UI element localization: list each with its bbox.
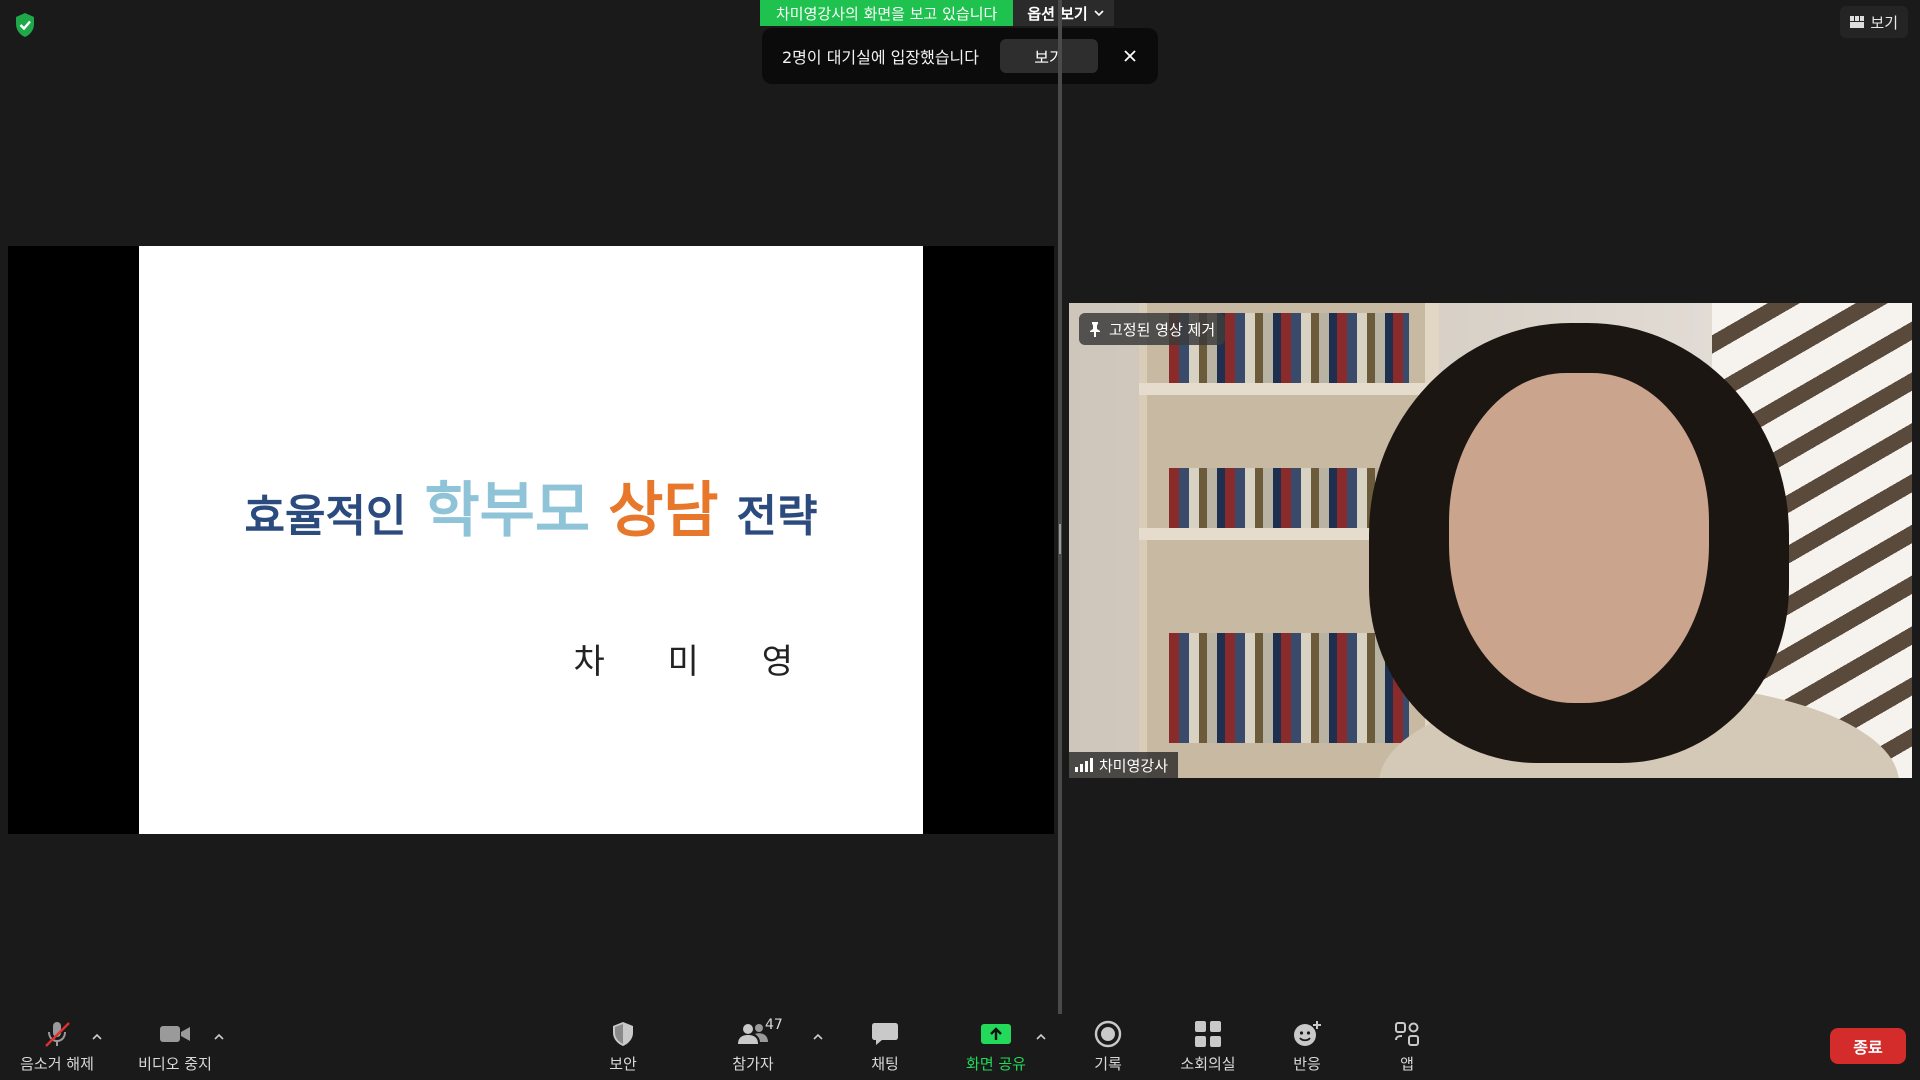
microphone-muted-icon: [45, 1021, 70, 1047]
share-screen-icon: [981, 1023, 1011, 1044]
participants-options-caret-icon[interactable]: [812, 1032, 824, 1042]
unmute-label: 음소거 해제: [20, 1054, 94, 1073]
unmute-button[interactable]: 음소거 해제: [14, 1014, 100, 1080]
grid-view-icon: [1850, 16, 1865, 28]
books-row: [1169, 633, 1409, 743]
record-icon: [1094, 1020, 1122, 1047]
audio-options-caret-icon[interactable]: [91, 1032, 103, 1042]
share-screen-label: 화면 공유: [966, 1054, 1026, 1073]
share-screen-button[interactable]: 화면 공유: [956, 1014, 1036, 1080]
apps-button[interactable]: 앱: [1380, 1014, 1434, 1080]
participants-count: 47: [765, 1016, 783, 1033]
end-meeting-button[interactable]: 종료: [1830, 1028, 1906, 1064]
breakout-rooms-icon: [1195, 1020, 1221, 1047]
split-view-divider[interactable]: [1058, 0, 1062, 1014]
waiting-room-notification: 2명이 대기실에 입장했습니다 보기: [762, 28, 1158, 84]
share-options-caret-icon[interactable]: [1035, 1032, 1047, 1042]
apps-icon: [1395, 1021, 1419, 1046]
video-camera-icon: [160, 1025, 190, 1042]
slide-title-part4: 전략: [736, 491, 818, 542]
chevron-down-icon: [1094, 10, 1104, 17]
chat-label: 채팅: [871, 1054, 899, 1073]
view-button-label: 보기: [1870, 13, 1898, 32]
reactions-label: 반응: [1293, 1054, 1321, 1073]
notification-view-button[interactable]: 보기: [1000, 39, 1098, 73]
presentation-slide: 효율적인 학부모 상담 전략 차 미 영: [139, 246, 923, 834]
breakout-rooms-button[interactable]: 소회의실: [1172, 1014, 1244, 1080]
security-label: 보안: [609, 1054, 637, 1073]
chat-button[interactable]: 채팅: [858, 1014, 912, 1080]
pin-icon: [1090, 322, 1100, 337]
reactions-button[interactable]: 반응: [1280, 1014, 1334, 1080]
sharing-status-text: 차미영강사의 화면을 보고 있습니다: [760, 0, 1014, 26]
participant-name-tag: 차미영강사: [1069, 752, 1179, 778]
meeting-toolbar: 음소거 해제 비디오 중지 보안 47 참가자 채팅 화면 공유 기록 소회의실…: [0, 1014, 1920, 1080]
stop-video-label: 비디오 중지: [138, 1054, 212, 1073]
person-face: [1449, 373, 1709, 703]
close-icon[interactable]: [1122, 48, 1138, 64]
remove-pin-button[interactable]: 고정된 영상 제거: [1079, 313, 1226, 345]
breakout-rooms-label: 소회의실: [1180, 1054, 1236, 1073]
shared-screen: 효율적인 학부모 상담 전략 차 미 영: [8, 246, 1054, 834]
video-options-caret-icon[interactable]: [213, 1032, 225, 1042]
record-label: 기록: [1094, 1054, 1122, 1073]
slide-title-part2: 학부모: [424, 476, 591, 546]
record-button[interactable]: 기록: [1081, 1014, 1135, 1080]
apps-label: 앱: [1400, 1054, 1414, 1073]
participant-name: 차미영강사: [1099, 756, 1169, 775]
stop-video-button[interactable]: 비디오 중지: [132, 1014, 218, 1080]
chat-bubble-icon: [872, 1022, 898, 1045]
slide-title-part3: 상담: [608, 476, 719, 546]
speaker-video[interactable]: 고정된 영상 제거 차미영강사: [1069, 303, 1912, 778]
notification-message: 2명이 대기실에 입장했습니다: [782, 48, 979, 67]
slide-author: 차 미 영: [573, 642, 819, 682]
divider-handle[interactable]: [1059, 524, 1061, 554]
reaction-smiley-icon: [1294, 1020, 1321, 1046]
security-shield-icon: [613, 1021, 633, 1046]
remove-pin-label: 고정된 영상 제거: [1109, 320, 1216, 339]
slide-title-part1: 효율적인: [244, 491, 407, 542]
participants-label: 참가자: [732, 1054, 774, 1073]
security-button[interactable]: 보안: [596, 1014, 650, 1080]
slide-title: 효율적인 학부모 상담 전략: [139, 462, 923, 549]
shelf-board: [1139, 383, 1439, 395]
participants-button[interactable]: 47 참가자: [720, 1014, 786, 1080]
view-button[interactable]: 보기: [1840, 6, 1908, 38]
encryption-shield-icon[interactable]: [14, 12, 36, 38]
view-options-button[interactable]: 옵션 보기: [1013, 0, 1114, 26]
signal-strength-icon: [1075, 758, 1093, 772]
